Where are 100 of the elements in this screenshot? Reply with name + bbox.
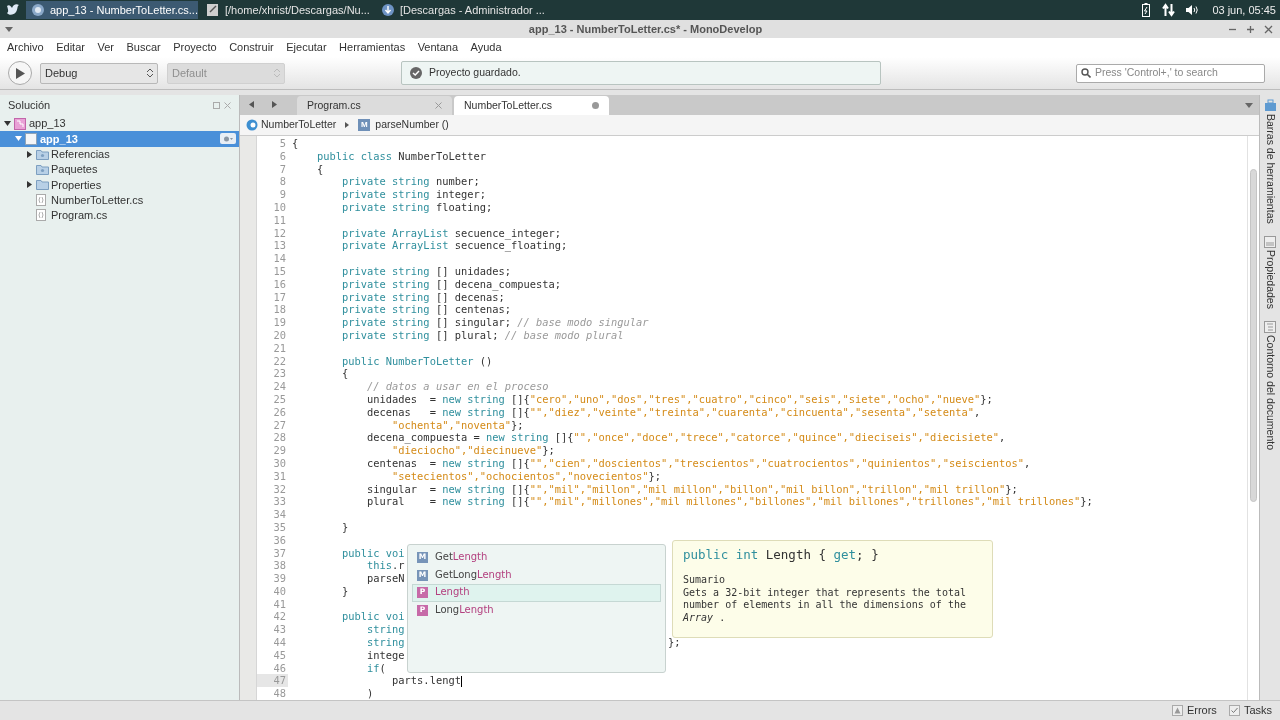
line-number: 6 [278,149,287,163]
network-icon[interactable] [1162,3,1176,17]
code-line: string [366,623,405,637]
checkbox-icon [1228,705,1240,716]
side-pad-tab[interactable]: Contorno del documento [1262,334,1278,450]
line-number: 13 [272,239,287,253]
line-number: 39 [272,572,287,585]
menu-item[interactable]: Construir [229,39,274,56]
tree-item[interactable]: Paquetes [0,161,239,178]
code-line: decenas = new string []{"","diez","veinte","treinta","cuarenta","cincuenta","sesenta","setenta", [366,405,981,419]
line-number: 42 [272,610,287,624]
line-number: 47 [257,674,288,688]
scrollbar-thumb[interactable] [1250,169,1257,502]
menu-item[interactable]: Archivo [7,39,44,56]
maximize-icon[interactable] [1246,24,1255,34]
code-line: "ochenta","noventa"}; [391,418,524,432]
download-icon [381,3,395,17]
tab-list-icon[interactable] [1245,103,1253,108]
breadcrumb-item[interactable]: parseNumber () [375,117,449,133]
code-line: public voi [341,610,405,624]
gear-button[interactable] [220,133,236,145]
line-number: 12 [272,226,287,240]
folder-icon [36,164,49,176]
tree-item[interactable]: Referencias [0,146,239,162]
volume-icon[interactable] [1185,4,1201,16]
tasks-button[interactable]: Tasks [1243,702,1272,719]
battery-icon[interactable] [1142,3,1151,17]
line-number: 19 [272,316,287,329]
line-number: 27 [272,418,287,432]
editor-tab[interactable]: NumberToLetter.cs [454,96,609,115]
code-file-icon [36,209,46,222]
code-line: public class NumberToLetter [316,149,486,163]
window-menu-icon[interactable] [5,26,13,32]
line-number: 24 [272,380,287,393]
code-line: private string [] decenas; [341,290,505,304]
tree-item[interactable]: Properties [0,177,239,193]
code-line: private string floating; [341,201,493,214]
close-icon[interactable] [1264,24,1273,34]
editor-tab[interactable]: Program.cs [297,96,452,115]
line-number: 5 [278,137,287,150]
clock[interactable]: 03 jun, 05:45 [1212,1,1276,19]
collapsed-arrow-icon[interactable] [26,181,33,189]
line-number: 32 [272,482,287,496]
line-number: 9 [278,188,287,201]
errors-button[interactable]: Errors [1186,702,1217,719]
line-number: 17 [272,290,287,304]
code-file-icon [36,194,46,207]
line-number: 30 [272,456,287,470]
line-number: 14 [272,252,287,265]
line-number: 35 [272,520,287,534]
code-line: decena_compuesta = new string []{"","once","doce","trece","catorce","quince","dieciseis","diecisiete", [366,431,1006,445]
tree-item[interactable]: app_13 [0,116,239,132]
menu-item[interactable]: Proyecto [173,39,217,56]
side-pad-tab[interactable]: Barras de herramientas [1262,114,1278,224]
play-icon [15,67,25,79]
code-line: if( [366,661,386,675]
line-number: 20 [272,328,287,342]
menu-item[interactable]: Ver [97,39,114,56]
menu-item[interactable]: Buscar [126,39,161,56]
search-input[interactable]: Press 'Control+,' to search [1095,65,1260,81]
run-button[interactable] [8,61,32,85]
line-number: 44 [272,636,287,649]
code-line: parseN [366,572,405,585]
tree-item[interactable]: Program.cs [0,207,239,224]
code-line: } [341,520,349,534]
scroll-right-icon[interactable] [272,101,277,108]
code-line: centenas = new string []{"","cien","doscientos","trescientos","cuatrocientos","quinientos","seiscientos", [366,456,1031,470]
line-number: 23 [272,367,287,381]
breadcrumb-item[interactable]: NumberToLetter [261,117,337,133]
line-number: 28 [272,431,287,445]
project-icon [25,132,37,145]
taskbar-task[interactable]: [Descargas - Administrador ... [376,1,548,19]
outline-icon [1264,320,1276,333]
taskbar-task[interactable]: [/home/xhrist/Descargas/Nu... [201,1,373,19]
status-message: Proyecto guardado. [429,65,521,81]
search-field[interactable]: Press 'Control+,' to search [1076,63,1265,83]
menu-item[interactable]: Ventana [417,39,458,56]
configuration-select[interactable]: Debug [40,62,158,84]
line-number: 22 [272,354,287,368]
menu-item[interactable]: Editar [56,39,85,56]
side-pad-tab[interactable]: Propiedades [1262,249,1278,309]
code-line: { [291,137,299,150]
tree-item[interactable]: NumberToLetter.cs [0,192,239,208]
code-line: private string number; [341,175,480,189]
menu-item[interactable]: Herramientas [339,39,406,56]
class-icon [246,119,258,131]
warning-icon [1171,705,1183,716]
line-number: 48 [272,687,287,700]
collapsed-arrow-icon[interactable] [26,150,33,158]
menu-item[interactable]: Ayuda [470,39,502,56]
line-number: 25 [272,392,287,406]
updown-arrows-icon [147,68,153,78]
scroll-left-icon[interactable] [249,101,254,108]
line-number: 29 [272,444,287,457]
code-line: public voi [341,546,405,560]
menu-item[interactable]: Ejecutar [286,39,327,56]
logo-icon[interactable] [5,3,21,17]
taskbar-task[interactable]: app_13 - NumberToLetter.cs... [26,1,198,19]
pad-title: Solución [8,97,52,113]
code-line: } [341,584,349,598]
